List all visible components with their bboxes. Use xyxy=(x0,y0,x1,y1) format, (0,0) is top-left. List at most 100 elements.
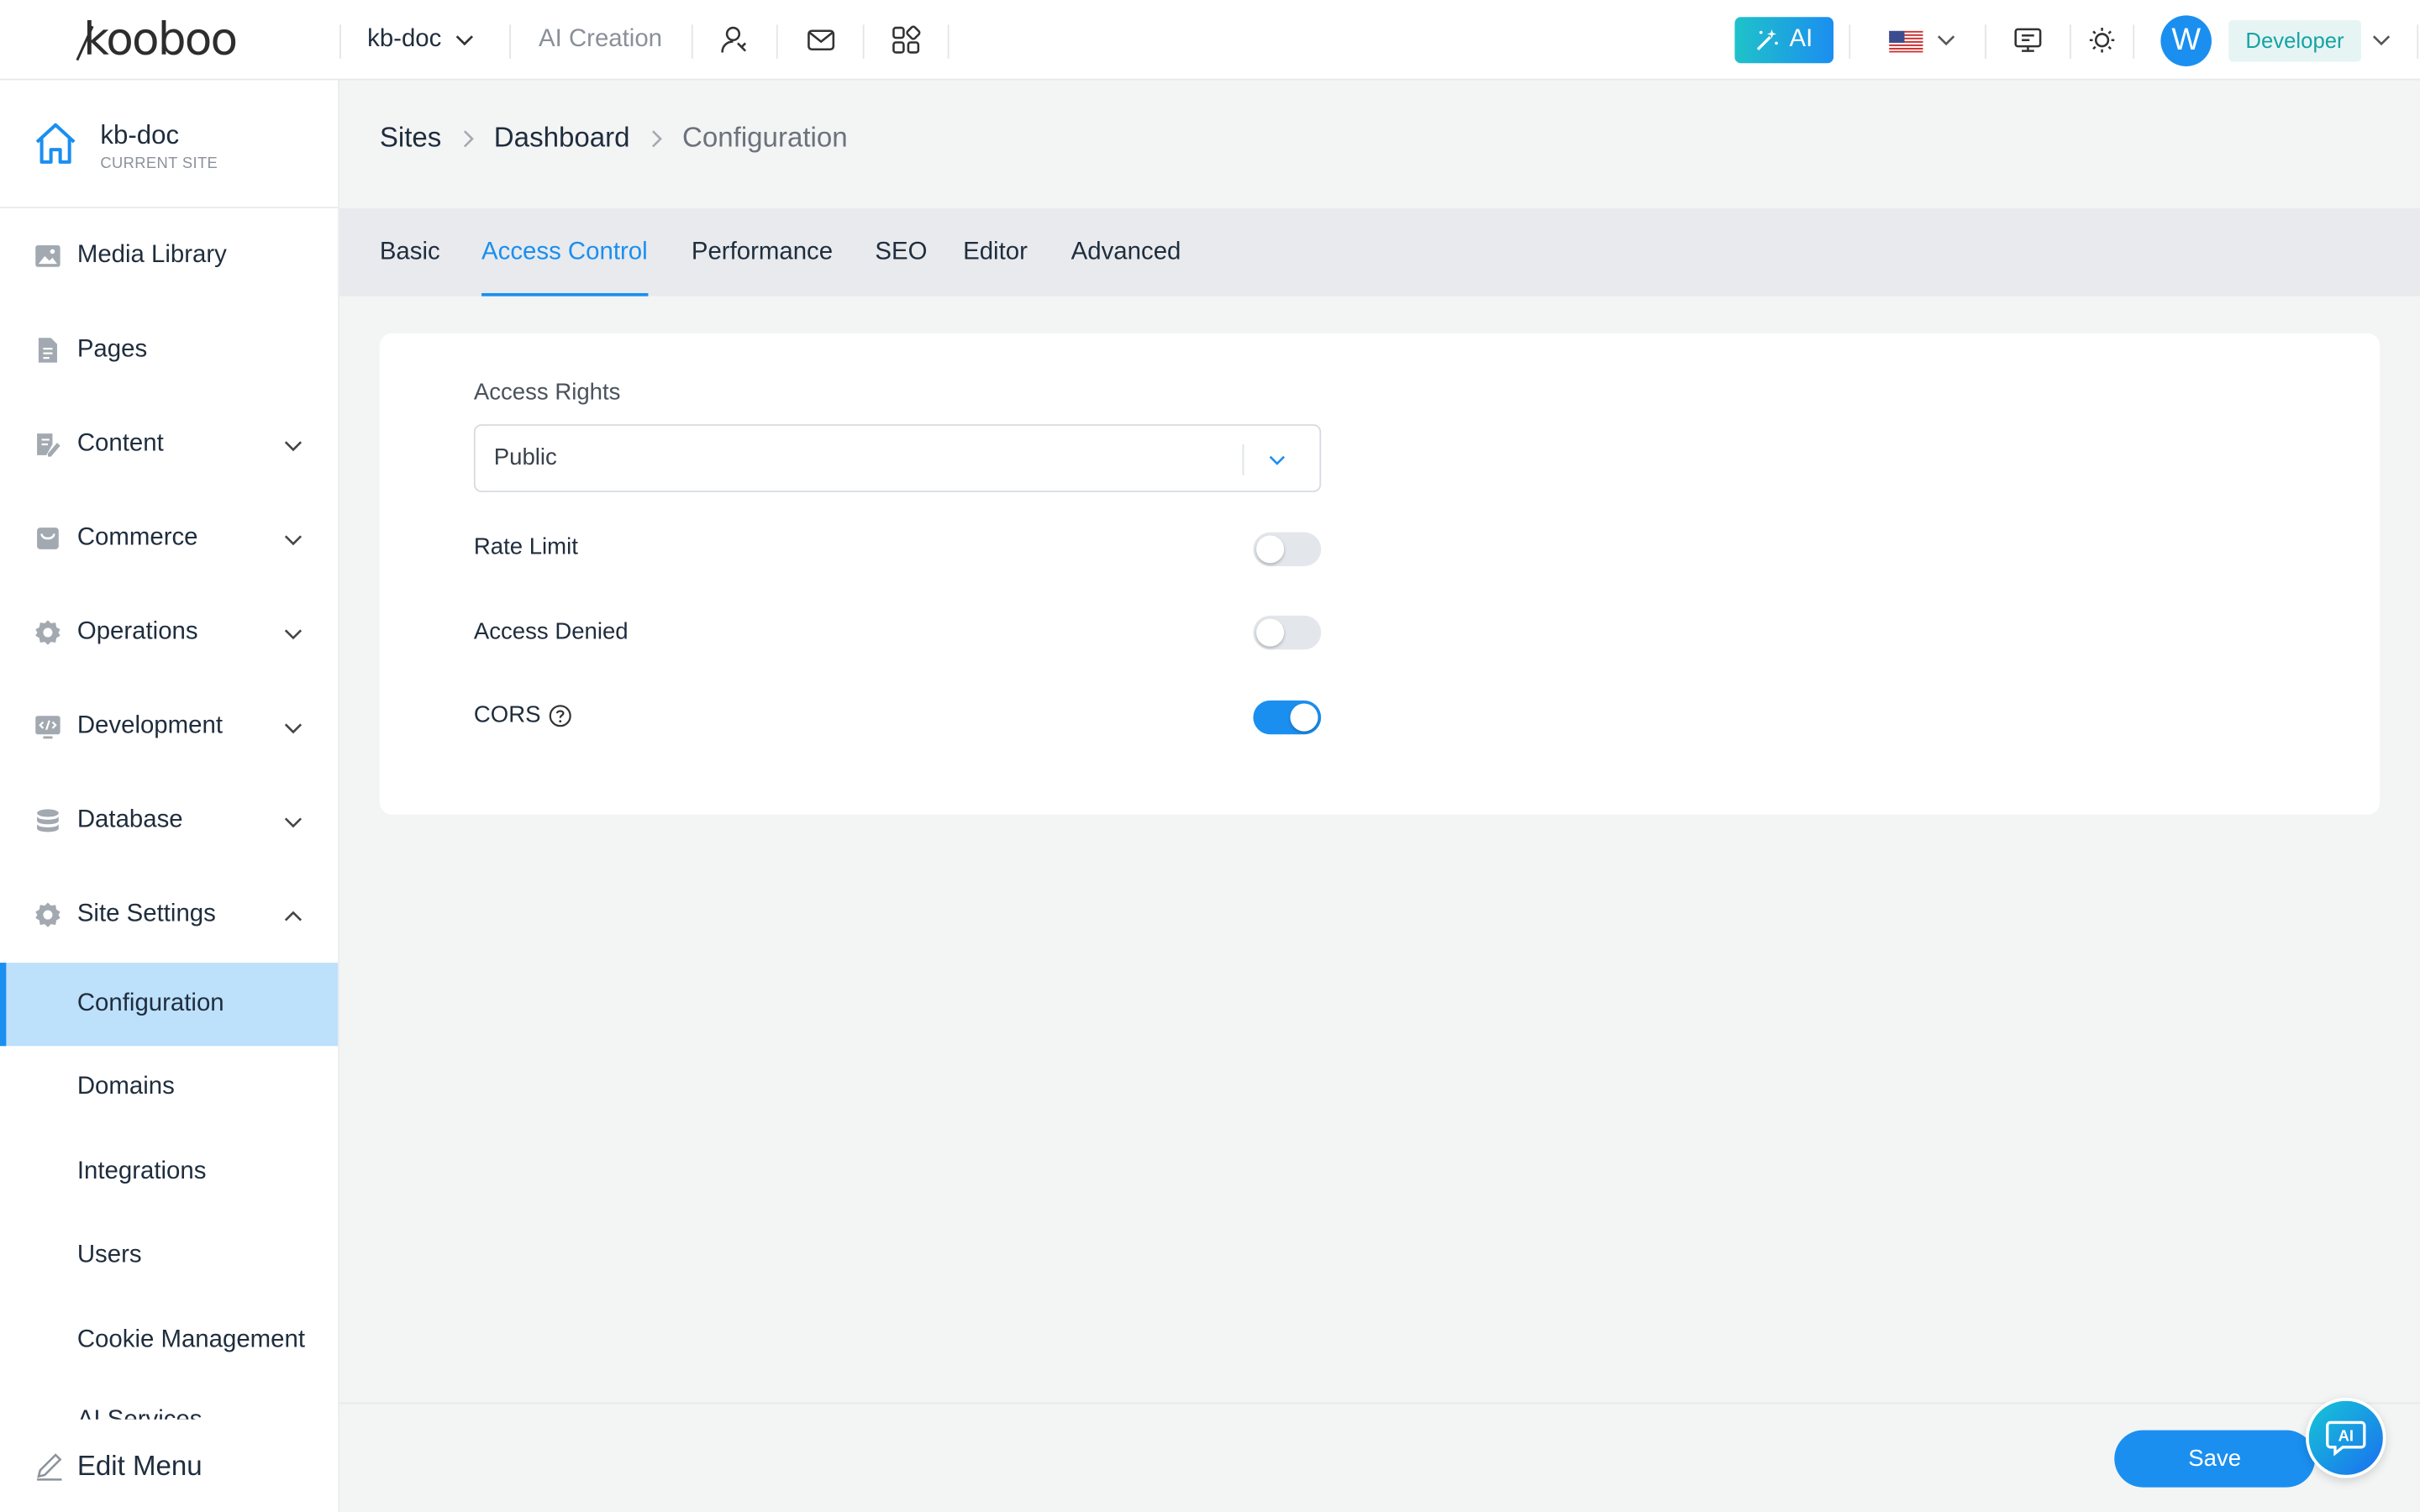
sidebar-subitem-label: Integrations xyxy=(76,1158,207,1185)
divider xyxy=(2070,24,2071,59)
access-rights-label: Access Rights xyxy=(473,379,621,407)
sidebar-item-content[interactable]: Content xyxy=(0,402,338,486)
sun-icon[interactable] xyxy=(2084,22,2121,59)
ai-button[interactable]: AI xyxy=(1734,17,1833,64)
user-switch-icon[interactable] xyxy=(716,22,753,59)
footer-bar xyxy=(339,1402,2420,1512)
home-icon xyxy=(35,123,76,164)
chevron-down-icon xyxy=(284,441,302,452)
kooboo-logo[interactable]: kooboo xyxy=(74,12,268,66)
tab-basic[interactable]: Basic xyxy=(380,208,440,297)
file-icon xyxy=(38,338,57,363)
select-divider xyxy=(1242,444,1244,475)
help-circle-icon[interactable] xyxy=(549,703,573,727)
sidebar-item-pages[interactable]: Pages xyxy=(0,308,338,391)
toggle-knob xyxy=(1290,703,1318,732)
sidebar-item-operations[interactable]: Operations xyxy=(0,591,338,674)
chevron-down-icon[interactable] xyxy=(1935,29,1957,51)
sidebar-subitem-label: Domains xyxy=(76,1074,175,1100)
monitor-chat-icon[interactable] xyxy=(2009,22,2046,59)
sidebar-item-label: Development xyxy=(76,712,224,739)
sidebar-item-label: Operations xyxy=(76,618,198,645)
edit-menu-button[interactable]: Edit Menu xyxy=(0,1419,339,1512)
tab-access-control[interactable]: Access Control xyxy=(481,208,648,297)
divider xyxy=(509,24,511,59)
breadcrumb: Sites Dashboard Configuration xyxy=(380,122,848,155)
sidebar-item-commerce[interactable]: Commerce xyxy=(0,496,338,580)
mail-icon[interactable] xyxy=(802,22,839,59)
magic-wand-icon xyxy=(1757,29,1779,50)
pencil-icon xyxy=(37,1453,62,1481)
sidebar-item-label: Database xyxy=(76,806,183,833)
divider xyxy=(947,24,950,59)
sidebar-subitem-label: Cookie Management xyxy=(76,1326,306,1353)
sidebar-item-label: Pages xyxy=(76,336,148,363)
sidebar-item-label: Commerce xyxy=(76,524,198,551)
breadcrumb-sites[interactable]: Sites xyxy=(380,122,442,155)
site-subtitle: CURRENT SITE xyxy=(100,155,218,173)
site-switcher[interactable]: kb-doc xyxy=(367,0,476,81)
sidebar-subitem-cookie-management[interactable]: Cookie Management xyxy=(0,1299,338,1383)
avatar[interactable]: W xyxy=(2160,15,2212,66)
sidebar-subitem-label: Users xyxy=(76,1242,142,1268)
save-button[interactable]: Save xyxy=(2114,1430,2316,1488)
apps-grid-icon[interactable] xyxy=(887,22,924,59)
sidebar-subitem-label: Configuration xyxy=(76,990,224,1017)
tab-performance[interactable]: Performance xyxy=(692,208,833,297)
sidebar-item-database[interactable]: Database xyxy=(0,780,338,863)
ai-button-label: AI xyxy=(1789,26,1813,53)
database-icon xyxy=(37,809,59,832)
top-bar: kooboo kb-doc AI Creation AI W Developer xyxy=(0,0,2420,81)
tab-seo[interactable]: SEO xyxy=(875,208,927,297)
divider xyxy=(1849,24,1851,59)
cors-label: CORS xyxy=(474,702,573,728)
divider xyxy=(691,24,693,59)
chevron-down-icon xyxy=(284,817,302,828)
sidebar-item-media-library[interactable]: Media Library xyxy=(0,214,338,297)
sidebar-item-label: Media Library xyxy=(76,242,227,269)
tab-editor[interactable]: Editor xyxy=(963,208,1028,297)
divider xyxy=(339,24,341,59)
gear-icon xyxy=(35,620,60,645)
rate-limit-toggle[interactable] xyxy=(1253,532,1322,567)
edit-menu-label: Edit Menu xyxy=(76,1449,203,1481)
chevron-right-icon xyxy=(652,129,663,147)
breadcrumb-configuration: Configuration xyxy=(681,122,848,153)
sidebar-item-development[interactable]: Development xyxy=(0,685,338,768)
sidebar-subitem-users[interactable]: Users xyxy=(0,1214,338,1297)
sidebar-subitem-domains[interactable]: Domains xyxy=(0,1046,338,1129)
current-site-header[interactable]: kb-doc CURRENT SITE xyxy=(0,81,339,208)
divider xyxy=(1984,24,1986,59)
shop-icon xyxy=(37,528,59,549)
ai-creation-link[interactable]: AI Creation xyxy=(539,0,662,81)
tab-advanced[interactable]: Advanced xyxy=(1071,208,1181,297)
gear-icon xyxy=(35,902,60,927)
site-name: kb-doc xyxy=(100,120,180,150)
role-badge[interactable]: Developer xyxy=(2228,19,2361,62)
sidebar-item-site-settings[interactable]: Site Settings xyxy=(0,874,338,957)
chevron-up-icon xyxy=(284,911,302,921)
chevron-right-icon xyxy=(463,129,474,147)
breadcrumb-dashboard[interactable]: Dashboard xyxy=(494,122,630,155)
sidebar-subitem-integrations[interactable]: Integrations xyxy=(0,1131,338,1214)
access-rights-select[interactable]: Public xyxy=(473,424,1322,492)
image-icon xyxy=(35,245,60,267)
access-denied-toggle[interactable] xyxy=(1253,615,1322,650)
chevron-down-icon xyxy=(284,535,302,546)
chevron-down-icon xyxy=(455,35,474,46)
divider xyxy=(862,24,865,59)
cors-toggle[interactable] xyxy=(1253,700,1322,735)
logo-text: kooboo xyxy=(83,12,238,66)
config-tabs: Basic Access Control Performance SEO Edi… xyxy=(339,207,2420,297)
access-control-card: Access Rights Public Rate Limit Access D… xyxy=(379,333,2381,815)
chevron-down-icon xyxy=(284,723,302,734)
sidebar-item-label: Content xyxy=(76,430,164,457)
divider xyxy=(776,24,778,59)
chevron-down-icon[interactable] xyxy=(2370,29,2392,51)
us-flag-icon[interactable] xyxy=(1889,30,1923,53)
divider xyxy=(2417,24,2419,59)
ai-chat-float-button[interactable]: AI xyxy=(2306,1398,2386,1478)
edit-doc-icon xyxy=(37,433,60,457)
sidebar-subitem-configuration[interactable]: Configuration xyxy=(0,963,339,1047)
toggle-knob xyxy=(1256,535,1285,564)
